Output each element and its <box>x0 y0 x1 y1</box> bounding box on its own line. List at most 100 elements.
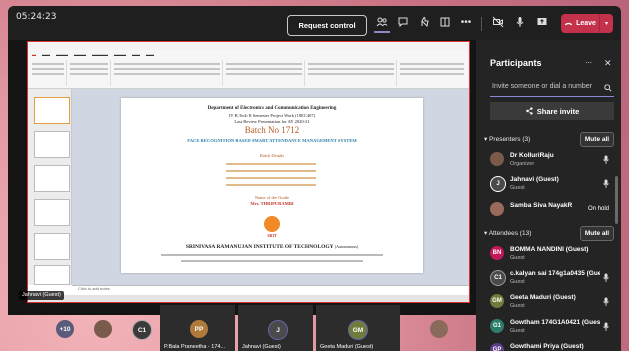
more-icon[interactable]: ••• <box>458 14 474 30</box>
mic-icon <box>603 322 609 331</box>
batch-details-table <box>226 160 316 192</box>
slide-department: Department of Electronics and Communicat… <box>207 106 337 111</box>
participant-row[interactable]: C1 c.kalyan sai 174g1a0435 (Gue... Guest <box>490 268 616 290</box>
mute-all-presenters-button[interactable]: Mute all <box>580 132 614 147</box>
participant-tile[interactable]: GM Geeta Maduri (Guest) <box>316 305 400 351</box>
people-icon[interactable] <box>374 14 390 30</box>
participant-row[interactable]: BN BOMMA NANDINI (Guest) Guest <box>490 244 616 266</box>
mic-icon <box>603 297 609 306</box>
participant-tile[interactable]: J Jahnavi (Guest) <box>238 305 313 351</box>
ribbon-file-tab: ▬ <box>32 51 36 57</box>
mic-icon <box>603 155 609 164</box>
participant-avatar[interactable]: C1 <box>132 320 152 340</box>
attendees-label: Attendees (13) <box>488 230 532 237</box>
participant-tile-name: P.Bala Praneetha - 174... <box>164 344 226 350</box>
request-control-button[interactable]: Request control <box>287 15 367 36</box>
avatar <box>490 152 504 166</box>
participant-row[interactable]: Dr KolluriRaju Organizer <box>490 150 616 172</box>
leave-label: Leave <box>576 20 596 27</box>
avatar: G1 <box>490 319 504 333</box>
slide-college: SRINIVASA RAMANUJAN INSTITUTE OF TECHNOL… <box>121 244 423 250</box>
slide-review: Last Review Presentation for AY 2020-21 <box>234 119 310 124</box>
slide-thumbnail[interactable] <box>34 265 70 285</box>
participant-role: Organizer <box>510 161 535 167</box>
mute-all-attendees-button[interactable]: Mute all <box>580 226 614 241</box>
slide-thumbnail[interactable] <box>34 131 70 158</box>
mic-icon[interactable] <box>512 14 528 30</box>
batch-member-row <box>226 177 316 179</box>
slide-project-title: FACE RECOGNITION BASED SMART ATTENDANCE … <box>187 138 357 143</box>
react-icon[interactable] <box>416 14 432 30</box>
slide-thumbnail[interactable] <box>34 199 70 226</box>
participant-name: Gowthami Priya (Guest) <box>510 343 584 350</box>
slide-thumbnail[interactable] <box>34 165 70 192</box>
batch-member-row <box>226 170 316 172</box>
participant-role: Guest <box>510 328 525 334</box>
slide-course: IV B.Tech II Semester Project Work (18EC… <box>228 113 316 118</box>
ribbon-tab: ▬▬▬ <box>56 51 68 57</box>
avatar: GM <box>490 294 504 308</box>
participant-avatar: GM <box>348 320 368 340</box>
participant-row[interactable]: GM Geeta Maduri (Guest) Guest <box>490 292 616 314</box>
powerpoint-statusbar <box>28 295 469 302</box>
ribbon-tab: ▬▬ <box>132 51 140 57</box>
participant-name: BOMMA NANDINI (Guest) <box>510 246 589 253</box>
participant-tile[interactable]: PP P.Bala Praneetha - 174... <box>160 305 235 351</box>
close-icon[interactable]: ✕ <box>604 58 612 69</box>
avatar: J <box>490 176 506 192</box>
participant-row[interactable]: G1 Gowtham 174G1A0421 (Guest) Guest <box>490 317 616 339</box>
participant-avatar[interactable] <box>430 320 448 338</box>
invite-search-input[interactable]: Invite someone or dial a number <box>490 80 614 97</box>
invite-placeholder: Invite someone or dial a number <box>492 83 592 90</box>
participant-avatar[interactable] <box>94 320 112 338</box>
participant-name: Samba Siva NayakR <box>510 202 573 209</box>
ribbon-group-slides <box>68 60 111 86</box>
ribbon-tab: ▬▬ <box>146 51 154 57</box>
participant-name: Dr KolluriRaju <box>510 152 554 159</box>
share-icon[interactable] <box>534 14 550 30</box>
share-invite-label: Share invite <box>536 106 580 116</box>
ribbon-tab: ▬▬▬ <box>114 51 126 57</box>
on-hold-status: On hold <box>588 206 610 212</box>
participant-name: c.kalyan sai 174g1a0435 (Gue... <box>510 270 600 277</box>
attendees-section-toggle[interactable]: ▾ Attendees (13) <box>484 229 531 237</box>
slide-thumbnail[interactable] <box>34 233 70 260</box>
participant-row[interactable]: Samba Siva NayakR On hold <box>490 200 616 222</box>
college-address-line <box>181 260 363 262</box>
college-name: SRINIVASA RAMANUJAN INSTITUTE OF TECHNOL… <box>185 244 334 250</box>
meeting-timer: 05:24:23 <box>16 12 57 22</box>
panel-options-icon[interactable]: ⋯ <box>585 59 592 67</box>
participant-avatar: PP <box>190 320 208 338</box>
mic-icon <box>603 273 609 282</box>
chat-icon[interactable] <box>395 14 411 30</box>
search-icon <box>604 84 612 92</box>
leave-button[interactable]: Leave <box>561 14 599 33</box>
ribbon-group-font <box>112 60 223 86</box>
batch-member-row <box>226 163 316 165</box>
participant-name: Jahnavi (Guest) <box>510 176 559 183</box>
more-participants-badge[interactable]: +10 <box>56 320 74 338</box>
slide-thumbnail[interactable] <box>34 97 70 124</box>
slide-thumbnails-pane[interactable] <box>28 89 72 285</box>
toolbar-divider <box>481 17 482 31</box>
participant-avatar: J <box>268 320 288 340</box>
meeting-window: 05:24:23 Request control ••• Leave ▾ ▬ ▬… <box>0 0 629 351</box>
participant-row[interactable]: GP Gowthami Priya (Guest) <box>490 341 616 351</box>
college-affiliation-line <box>161 254 383 256</box>
rooms-icon[interactable] <box>437 14 453 30</box>
slide-edit-area: Department of Electronics and Communicat… <box>72 89 469 285</box>
college-suffix: (Autonomous) <box>334 244 359 249</box>
share-invite-button[interactable]: Share invite <box>490 102 614 120</box>
slide-guide-name: Mrs. THRIPURAMBI <box>250 201 294 206</box>
presenters-section-toggle[interactable]: ▾ Presenters (3) <box>484 135 530 143</box>
phone-icon <box>564 22 573 26</box>
camera-off-icon[interactable] <box>490 14 506 30</box>
participant-name: Gowtham 174G1A0421 (Guest) <box>510 319 600 326</box>
panel-title: Participants <box>490 58 542 68</box>
participant-row[interactable]: J Jahnavi (Guest) Guest <box>490 174 616 196</box>
avatar: BN <box>490 246 504 260</box>
panel-scrollbar[interactable] <box>615 176 618 224</box>
share-invite-icon <box>525 107 533 115</box>
leave-options-button[interactable]: ▾ <box>599 14 613 33</box>
participant-role: Guest <box>510 303 525 309</box>
